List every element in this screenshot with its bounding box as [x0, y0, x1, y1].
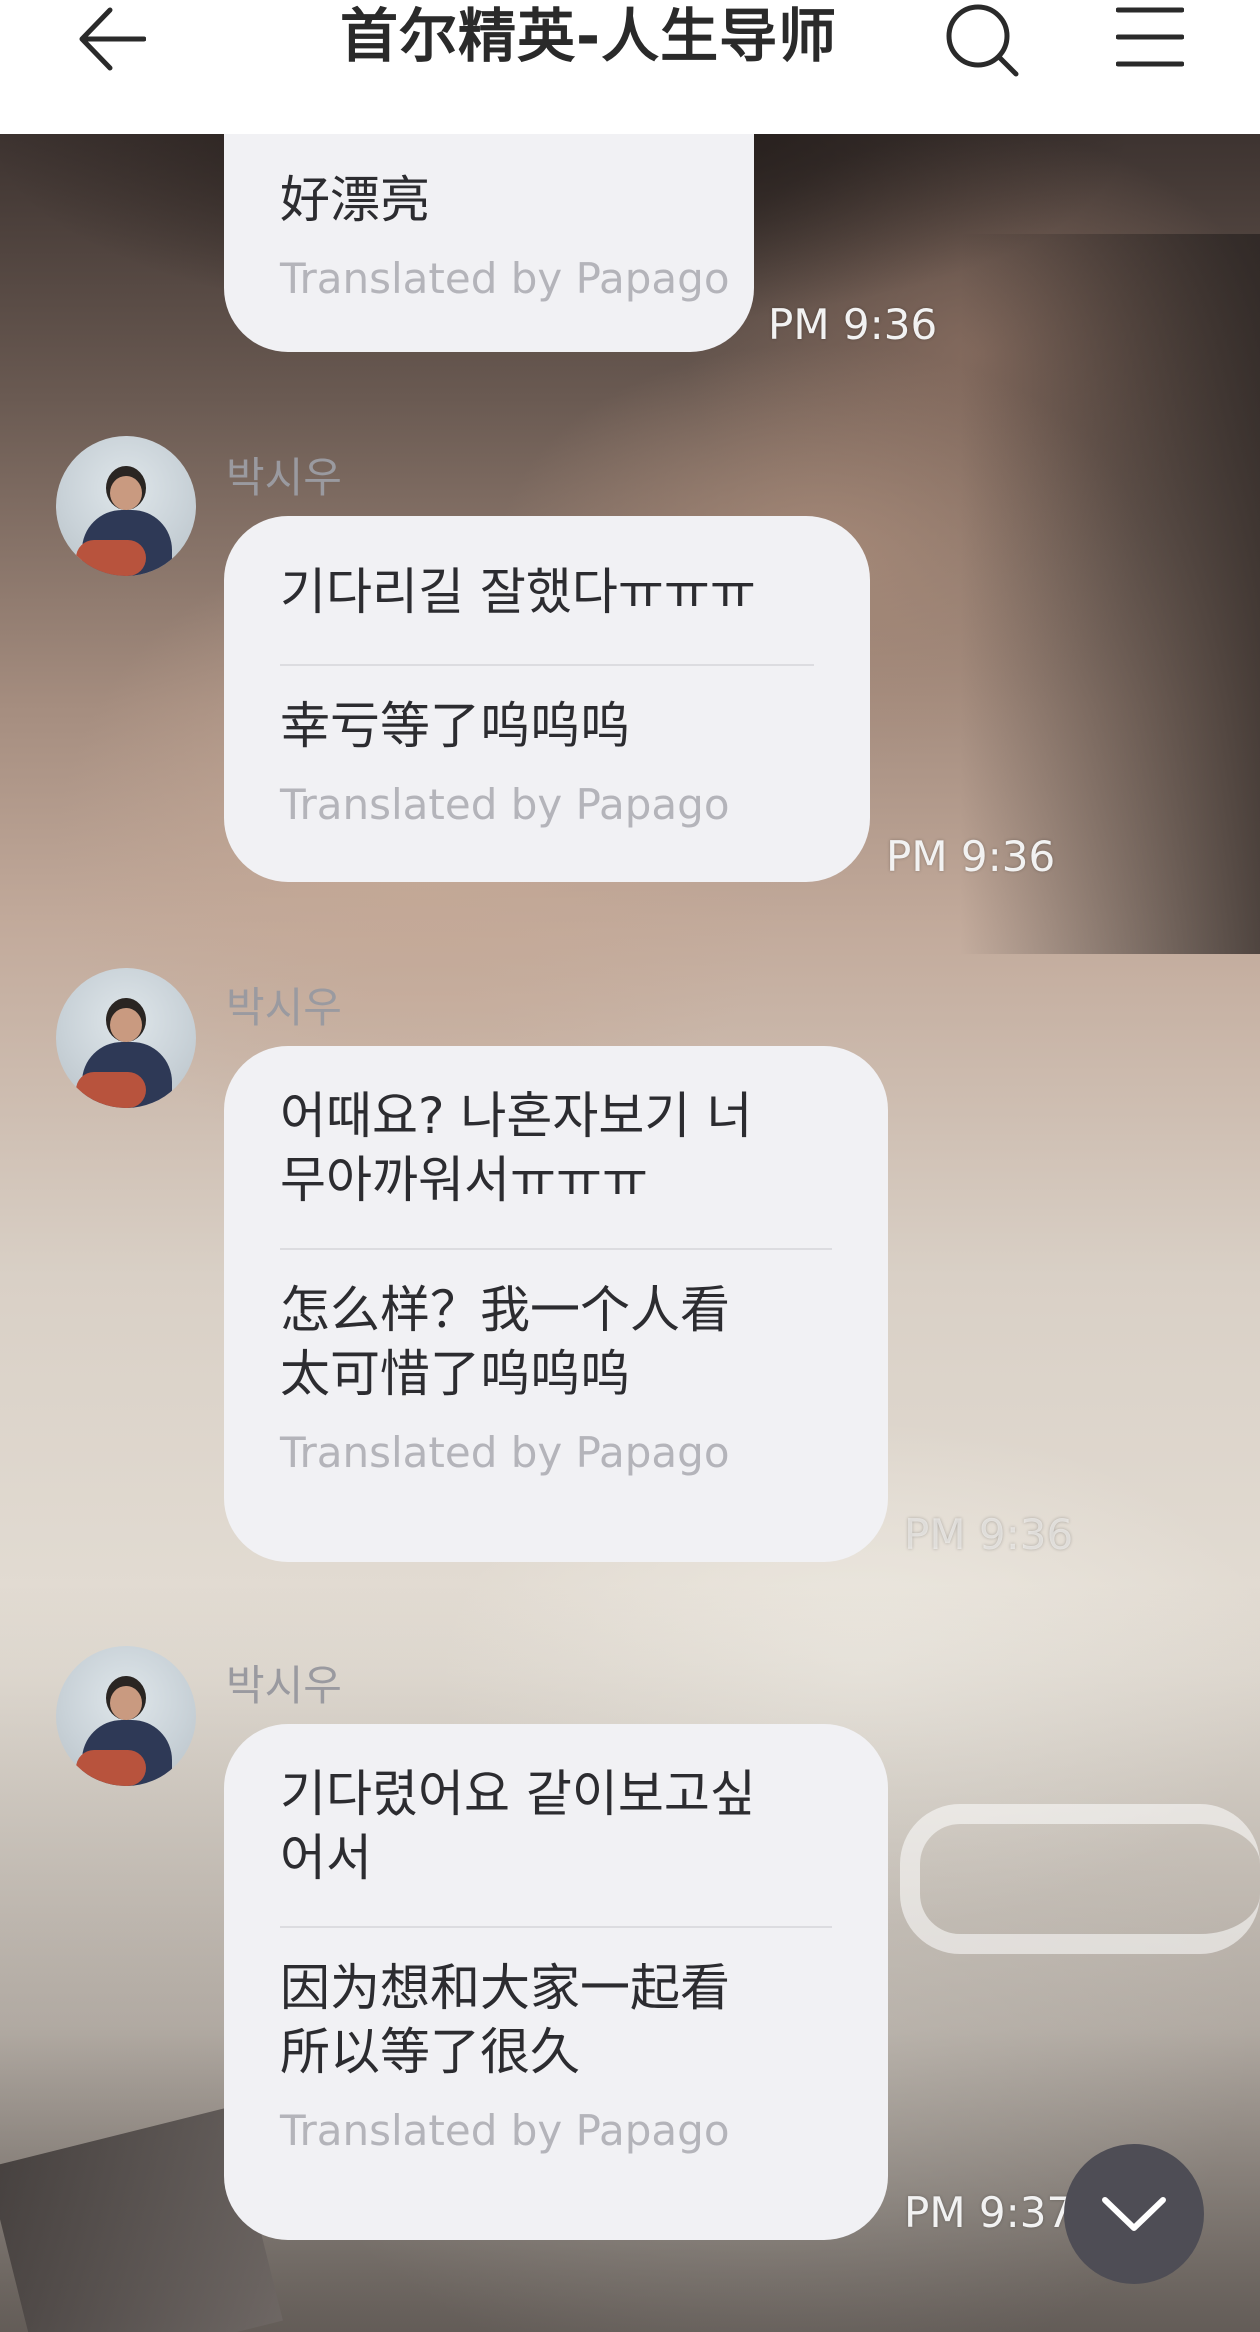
message-bubble[interactable]: 기다렸어요 같이보고싶 어서 因为想和大家一起看 所以等了很久 Translat… [224, 1724, 888, 2240]
message-time: PM 9:36 [768, 300, 938, 349]
message-time: PM 9:36 [886, 832, 1056, 881]
avatar[interactable] [56, 1646, 196, 1786]
back-arrow-icon[interactable] [76, 4, 146, 74]
message-translation-line: 因为想和大家一起看 [280, 1959, 730, 2017]
translation-credit: Translated by Papago [280, 2106, 730, 2155]
message-original-line: 어때요? 나혼자보기 너 [280, 1087, 753, 1145]
translation-credit: Translated by Papago [280, 254, 730, 303]
translation-credit: Translated by Papago [280, 780, 730, 829]
message-time: PM 9:37 [904, 2188, 1074, 2237]
message-bubble[interactable]: 好漂亮 Translated by Papago [224, 110, 754, 352]
message-original-line: 기다렸어요 같이보고싶 [280, 1765, 756, 1823]
translation-divider [280, 1926, 832, 1928]
search-icon[interactable] [942, 0, 1022, 80]
sender-name: 박시우 [226, 453, 342, 502]
message-bubble[interactable]: 기다리길 잘했다ㅠㅠㅠ 幸亏等了呜呜呜 Translated by Papago [224, 516, 870, 882]
translation-divider [280, 664, 814, 666]
message-original-line: 무아까워서ㅠㅠㅠ [280, 1151, 648, 1209]
message-translation-line: 太可惜了呜呜呜 [280, 1345, 630, 1403]
message-translation-line: 所以等了很久 [280, 2023, 580, 2081]
message-translation-line: 怎么样？我一个人看 [280, 1281, 730, 1339]
message-bubble[interactable]: 어때요? 나혼자보기 너 무아까워서ㅠㅠㅠ 怎么样？我一个人看 太可惜了呜呜呜 … [224, 1046, 888, 1562]
scroll-to-bottom-button[interactable] [1064, 2144, 1204, 2284]
message-time: PM 9:36 [904, 1510, 1074, 1559]
message-original-line: 어서 [280, 1829, 372, 1887]
message-translation: 幸亏等了呜呜呜 [280, 697, 630, 755]
translation-credit: Translated by Papago [280, 1428, 730, 1477]
message-original: 기다리길 잘했다ㅠㅠㅠ [280, 563, 756, 621]
hamburger-menu-icon[interactable] [1116, 6, 1184, 68]
message-translation: 好漂亮 [280, 171, 430, 229]
chat-header: 首尔精英-人生导师 [0, 0, 1260, 134]
chat-title: 首尔精英-人生导师 [340, 2, 838, 70]
translation-divider [280, 1248, 832, 1250]
sender-name: 박시우 [226, 983, 342, 1032]
sender-name: 박시우 [226, 1661, 342, 1710]
avatar[interactable] [56, 436, 196, 576]
chevron-down-icon [1102, 2197, 1166, 2231]
avatar[interactable] [56, 968, 196, 1108]
